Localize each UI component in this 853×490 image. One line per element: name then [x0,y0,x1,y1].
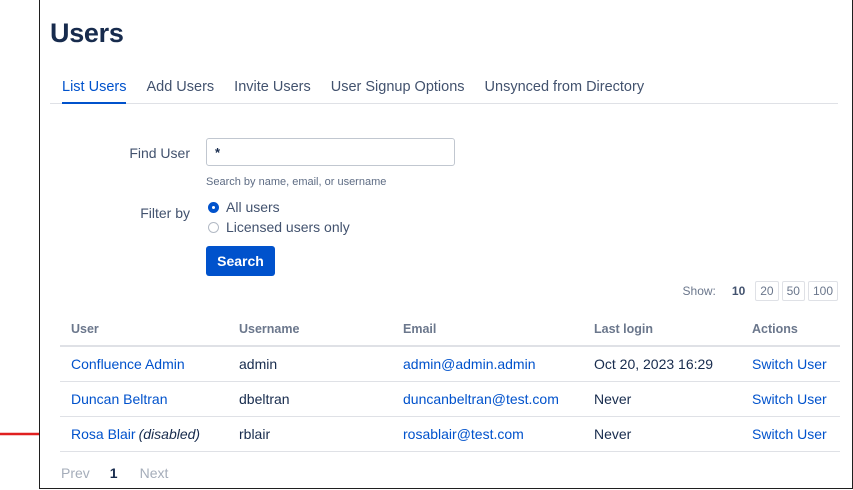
page-size-selector: Show: 10 20 50 100 [683,281,838,301]
email-link[interactable]: duncanbeltran@test.com [403,391,559,407]
show-label: Show: [682,284,716,298]
pagination: Prev 1 Next [61,465,168,481]
page-size-20[interactable]: 20 [755,281,779,301]
email-link[interactable]: rosablair@test.com [403,426,524,442]
filter-all-users[interactable]: All users [208,199,280,215]
switch-user-link[interactable]: Switch User [752,356,827,372]
users-table: User Username Email Last login Actions C… [60,312,840,452]
filter-licensed-users[interactable]: Licensed users only [208,219,350,235]
switch-user-link[interactable]: Switch User [752,391,827,407]
last-login-cell: Never [583,381,741,417]
users-admin-panel: Users List Users Add Users Invite Users … [39,0,853,489]
switch-user-link[interactable]: Switch User [752,426,827,442]
filter-by-label: Filter by [140,205,190,221]
column-header-last-login: Last login [583,312,741,347]
user-link[interactable]: Duncan Beltran [71,391,168,407]
pagination-prev[interactable]: Prev [61,465,90,481]
user-link[interactable]: Confluence Admin [71,356,185,372]
username-cell: rblair [228,416,392,452]
table-row: Duncan Beltran dbeltran duncanbeltran@te… [60,381,840,417]
table-header-row: User Username Email Last login Actions [60,312,840,347]
tab-unsynced-from-directory[interactable]: Unsynced from Directory [485,78,645,104]
username-cell: admin [228,346,392,382]
pagination-current-page: 1 [109,465,118,481]
find-user-input[interactable] [206,138,455,166]
column-header-user: User [60,312,228,347]
page-size-100[interactable]: 100 [807,281,838,301]
filter-licensed-users-label: Licensed users only [226,219,350,235]
email-link[interactable]: admin@admin.admin [403,356,536,372]
user-link[interactable]: Rosa Blair [71,426,136,442]
table-row: Confluence Admin admin admin@admin.admin… [60,346,840,382]
table-row: Rosa Blair (disabled) rblair rosablair@te… [60,416,840,452]
column-header-username: Username [228,312,392,347]
radio-checked-icon[interactable] [208,201,219,213]
tab-list-users[interactable]: List Users [62,78,127,104]
tab-invite-users[interactable]: Invite Users [234,78,311,104]
page-size-10: 10 [731,284,746,298]
last-login-cell: Oct 20, 2023 16:29 [583,346,741,382]
tab-user-signup-options[interactable]: User Signup Options [331,78,465,104]
search-button[interactable]: Search [206,246,275,276]
pagination-next[interactable]: Next [140,465,169,481]
username-cell: dbeltran [228,381,392,417]
column-header-email: Email [392,312,583,347]
page-title: Users [50,18,124,48]
filter-all-users-label: All users [226,199,280,215]
page-size-50[interactable]: 50 [781,281,805,301]
tab-add-users[interactable]: Add Users [146,78,214,104]
disabled-tag: (disabled) [138,425,201,442]
find-user-hint: Search by name, email, or username [206,176,387,188]
tab-bar: List Users Add Users Invite Users User S… [50,78,838,104]
radio-unchecked-icon[interactable] [208,221,219,233]
column-header-actions: Actions [741,312,840,347]
find-user-label: Find User [129,145,190,161]
last-login-cell: Never [583,416,741,452]
